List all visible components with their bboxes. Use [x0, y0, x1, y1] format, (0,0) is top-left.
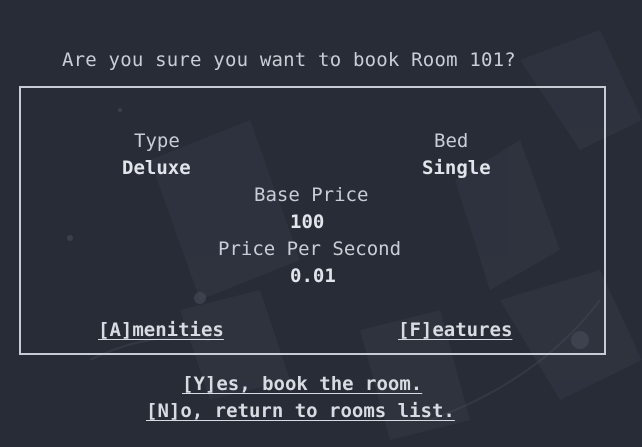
room-type-value: Deluxe	[122, 157, 191, 179]
price-per-second-label: Price Per Second	[218, 238, 402, 260]
amenities-link[interactable]: [A]menities	[98, 319, 224, 341]
room-type-label: Type	[134, 130, 180, 152]
no-return-option[interactable]: [N]o, return to rooms list.	[146, 400, 455, 422]
base-price-value: 100	[290, 211, 325, 233]
bed-label: Bed	[434, 130, 469, 152]
bed-value: Single	[422, 157, 491, 179]
price-per-second-value: 0.01	[290, 265, 336, 287]
confirmation-question: Are you sure you want to book Room 101?	[62, 49, 516, 71]
features-link[interactable]: [F]eatures	[398, 319, 512, 341]
booking-confirmation-screen: Are you sure you want to book Room 101? …	[0, 0, 642, 447]
base-price-label: Base Price	[254, 184, 369, 206]
yes-book-room-option[interactable]: [Y]es, book the room.	[182, 373, 422, 395]
